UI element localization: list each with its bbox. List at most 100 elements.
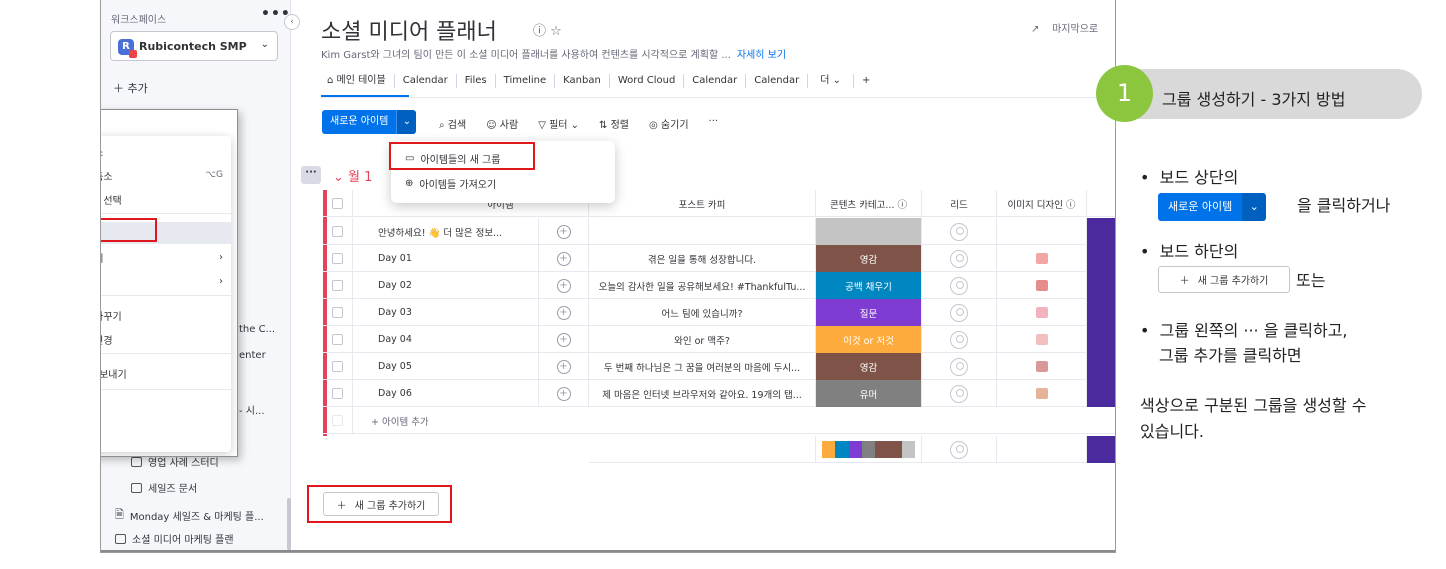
tab-files[interactable]: Files xyxy=(457,74,496,88)
sidebar-item-partial[interactable]: enter xyxy=(239,350,266,361)
item-name[interactable]: Day 04 xyxy=(353,326,539,353)
item-name[interactable]: 안녕하세요! 👋 더 많은 정보... xyxy=(353,218,539,245)
row-checkbox[interactable] xyxy=(332,361,343,372)
image-thumbnail[interactable] xyxy=(1035,307,1048,318)
sidebar-item-social-plan[interactable]: 소셜 미디어 마케팅 플랜 xyxy=(115,531,234,546)
context-menu-item[interactable]: ⊳이동› xyxy=(101,270,231,292)
post-copy[interactable]: 와인 or 맥주? xyxy=(589,326,816,353)
person-avatar-icon[interactable] xyxy=(950,249,968,268)
column-header-image-design[interactable]: 이미지 디자인 ⓘ xyxy=(997,190,1087,217)
add-update-icon[interactable]: + xyxy=(556,251,571,266)
sidebar-item-partial[interactable]: - 시... xyxy=(239,402,265,417)
tab-word-cloud[interactable]: Word Cloud xyxy=(610,74,685,88)
person-avatar-icon[interactable] xyxy=(950,384,968,403)
see-more-link[interactable]: 자세히 보기 xyxy=(737,50,786,61)
context-menu-item[interactable]: ▤Excel로 내보내기 xyxy=(101,362,231,384)
category-status[interactable]: 질문 xyxy=(816,299,922,326)
item-name[interactable]: Day 02 xyxy=(353,272,539,299)
context-menu-item[interactable]: ❐이 그룹 복제› xyxy=(101,246,231,268)
sidebar-add-button[interactable]: ＋ 추가 xyxy=(113,80,148,96)
row-checkbox[interactable] xyxy=(332,334,343,345)
add-update-icon[interactable]: + xyxy=(556,278,571,293)
context-menu-item[interactable]: ⊝이 그룹 축소 xyxy=(101,140,231,162)
search-button[interactable]: ⌕ 검색 xyxy=(439,116,466,131)
tab-timeline[interactable]: Timeline xyxy=(496,74,556,88)
row-checkbox[interactable] xyxy=(332,280,343,291)
category-status[interactable]: 영감 xyxy=(816,245,922,272)
tab-calendar-3[interactable]: Calendar xyxy=(746,74,809,88)
filter-button[interactable]: ▽ 필터 ⌄ xyxy=(538,116,579,131)
image-thumbnail[interactable] xyxy=(1035,361,1048,372)
post-copy[interactable]: 제 마음은 인터넷 브라우저와 같아요. 19개의 탭... xyxy=(589,380,816,407)
item-name[interactable]: Day 03 xyxy=(353,299,539,326)
tab-kanban[interactable]: Kanban xyxy=(555,74,610,88)
sidebar-item-monday-plan[interactable]: 🗎 Monday 세일즈 & 마케팅 플... xyxy=(115,506,264,525)
row-checkbox[interactable] xyxy=(332,388,343,399)
add-item-input[interactable]: + 아이템 추가 xyxy=(353,407,429,434)
person-avatar-icon[interactable] xyxy=(950,276,968,295)
row-checkbox[interactable] xyxy=(332,253,343,264)
table-row[interactable]: Day 05 + 두 번째 하나님은 그 꿈을 여러분의 마음에 두시... 영감 xyxy=(323,353,1115,380)
post-copy[interactable]: 어느 팀에 있습니까? xyxy=(589,299,816,326)
category-status[interactable]: 이것 or 저것 xyxy=(816,326,922,353)
add-update-icon[interactable]: + xyxy=(556,332,571,347)
group-menu-button[interactable]: ··· xyxy=(301,166,321,184)
image-thumbnail[interactable] xyxy=(1035,253,1048,264)
tab-more[interactable]: 더 ⌄ xyxy=(808,74,854,88)
column-header-lead[interactable]: 리드 xyxy=(922,190,997,217)
category-status[interactable] xyxy=(816,218,922,245)
chevron-down-icon[interactable]: ⌄ xyxy=(396,110,417,134)
sort-button[interactable]: ⇅ 정렬 xyxy=(599,116,629,131)
tab-calendar-2[interactable]: Calendar xyxy=(684,74,747,88)
add-update-icon[interactable]: + xyxy=(556,359,571,374)
row-checkbox[interactable] xyxy=(332,307,343,318)
add-update-icon[interactable]: + xyxy=(556,305,571,320)
context-menu-item[interactable]: ✎그룹 이름 바꾸기 xyxy=(101,304,231,326)
more-button[interactable]: ··· xyxy=(709,116,719,131)
new-item-button[interactable]: 새로운 아이템 ⌄ xyxy=(322,110,417,134)
person-avatar-icon[interactable] xyxy=(950,330,968,349)
tab-calendar[interactable]: Calendar xyxy=(395,74,457,88)
add-update-icon[interactable]: + xyxy=(556,224,571,239)
image-thumbnail[interactable] xyxy=(1035,388,1048,399)
context-menu-item[interactable]: ●그룹 색상 변경 xyxy=(101,328,231,350)
column-header-copy[interactable]: 포스트 카피 xyxy=(589,190,816,217)
person-avatar-icon[interactable] xyxy=(950,357,968,376)
group-title[interactable]: ⌄ 월 1 xyxy=(333,166,372,185)
category-status[interactable]: 공백 채우기 xyxy=(816,272,922,299)
context-menu-item[interactable]: 🗑삭제 xyxy=(101,398,231,420)
select-all-checkbox[interactable] xyxy=(332,198,343,209)
table-row[interactable]: Day 04 + 와인 or 맥주? 이것 or 저것 xyxy=(323,326,1115,353)
row-checkbox[interactable] xyxy=(332,226,343,237)
add-item-row[interactable]: + 아이템 추가 xyxy=(323,407,1115,434)
category-status[interactable]: 유머 xyxy=(816,380,922,407)
table-row[interactable]: Day 06 + 제 마음은 인터넷 브라우저와 같아요. 19개의 탭... 유머 xyxy=(323,380,1115,407)
star-icon[interactable]: ☆ xyxy=(550,24,562,39)
column-header-category[interactable]: 콘텐츠 카테고... ⓘ xyxy=(816,190,922,217)
post-copy[interactable]: 겪은 일을 통해 성장합니다. xyxy=(589,245,816,272)
table-row[interactable]: Day 03 + 어느 팀에 있습니까? 질문 xyxy=(323,299,1115,326)
table-row[interactable]: Day 01 + 겪은 일을 통해 성장합니다. 영감 xyxy=(323,245,1115,272)
image-thumbnail[interactable] xyxy=(1035,334,1048,345)
sidebar-item-sales-docs[interactable]: 세일즈 문서 xyxy=(131,480,197,495)
sidebar-item-partial[interactable]: the C... xyxy=(239,324,275,335)
post-copy[interactable]: 오늘의 감사한 일을 공유해보세요! #ThankfulTu... xyxy=(589,272,816,299)
category-status[interactable]: 영감 xyxy=(816,353,922,380)
image-thumbnail[interactable] xyxy=(1035,280,1048,291)
add-view-button[interactable]: + xyxy=(854,74,878,88)
add-update-icon[interactable]: + xyxy=(556,386,571,401)
hide-button[interactable]: ◎ 숨기기 xyxy=(649,116,689,131)
context-menu-item[interactable]: ⊝모든 그룹 축소⌥G xyxy=(101,164,231,186)
table-row[interactable]: Day 02 + 오늘의 감사한 일을 공유해보세요! #ThankfulTu...… xyxy=(323,272,1115,299)
item-name[interactable]: Day 05 xyxy=(353,353,539,380)
post-copy[interactable]: 두 번째 하나님은 그 꿈을 여러분의 마음에 두시... xyxy=(589,353,816,380)
person-avatar-icon[interactable] xyxy=(950,303,968,322)
post-copy[interactable] xyxy=(589,218,816,245)
person-avatar-icon[interactable] xyxy=(950,222,968,241)
table-row[interactable]: 안녕하세요! 👋 더 많은 정보... + xyxy=(323,218,1115,245)
workspace-selector[interactable]: R Rubicontech SMP ⌄ xyxy=(110,31,278,61)
import-items-option[interactable]: ⊕ 아이템들 가져오기 xyxy=(405,176,496,191)
tab-main-table[interactable]: ⌂ 메인 테이블 xyxy=(321,74,395,88)
context-menu-item[interactable]: ▭보관함 xyxy=(101,422,231,444)
item-name[interactable]: Day 01 xyxy=(353,245,539,272)
